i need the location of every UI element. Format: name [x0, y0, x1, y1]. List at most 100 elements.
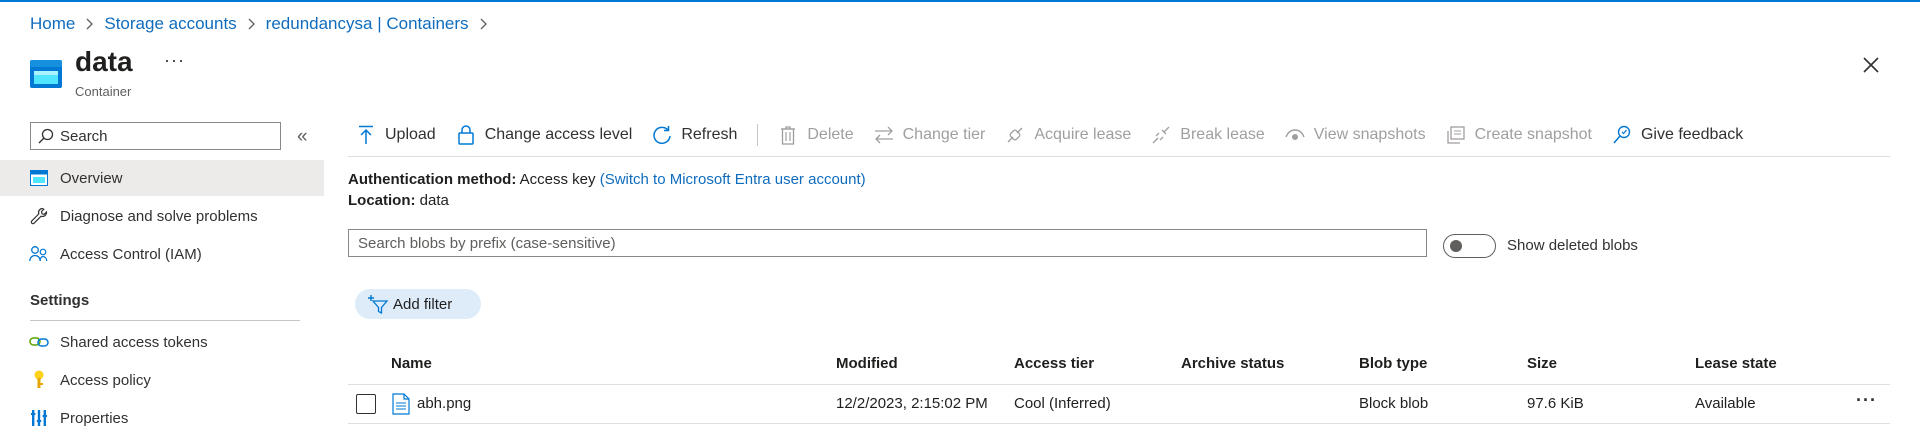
sidebar-item-properties[interactable]: Properties: [0, 400, 324, 436]
search-icon: [38, 128, 54, 144]
breadcrumb: Home Storage accounts redundancysa | Con…: [30, 13, 498, 35]
more-options-button[interactable]: ···: [164, 50, 185, 71]
sidebar-item-access-control[interactable]: Access Control (IAM): [0, 236, 324, 272]
upload-icon: [355, 124, 377, 146]
sidebar-item-diagnose[interactable]: Diagnose and solve problems: [0, 198, 324, 234]
close-icon[interactable]: [1860, 54, 1882, 76]
column-header-modified[interactable]: Modified: [836, 355, 898, 372]
show-deleted-blobs-toggle[interactable]: [1443, 234, 1496, 258]
wrench-icon: [28, 205, 50, 227]
breadcrumb-containers[interactable]: redundancysa | Containers: [266, 14, 469, 34]
sidebar-item-label: Overview: [60, 169, 123, 187]
give-feedback-button[interactable]: Give feedback: [1611, 124, 1743, 146]
column-header-size[interactable]: Size: [1527, 355, 1557, 372]
row-more-options-button[interactable]: ···: [1856, 390, 1877, 411]
show-deleted-blobs-label: Show deleted blobs: [1507, 237, 1638, 254]
view-snapshots-label: View snapshots: [1313, 126, 1426, 143]
give-feedback-label: Give feedback: [1640, 126, 1744, 143]
location-value: data: [419, 192, 449, 209]
acquire-lease-icon: [1004, 124, 1026, 146]
add-filter-icon: [367, 293, 389, 315]
change-access-level-label: Change access level: [484, 126, 633, 143]
sidebar-divider: [30, 320, 300, 321]
container-icon: [30, 60, 62, 88]
row-checkbox[interactable]: [356, 394, 376, 414]
column-header-archive-status[interactable]: Archive status: [1181, 355, 1284, 372]
sidebar-item-label: Properties: [60, 409, 129, 427]
auth-value: Access key: [519, 171, 596, 188]
sidebar-item-label: Access policy: [60, 371, 151, 389]
chevron-right-icon: [85, 18, 94, 30]
create-snapshot-label: Create snapshot: [1474, 126, 1592, 143]
sidebar-item-overview[interactable]: Overview: [0, 160, 324, 196]
chevron-right-icon: [247, 18, 256, 30]
add-filter-label: Add filter: [393, 295, 453, 313]
snapshot-icon: [1445, 124, 1467, 146]
feedback-icon: [1611, 124, 1633, 146]
location-label: Location:: [348, 192, 416, 209]
sidebar-search-input[interactable]: [60, 127, 270, 145]
refresh-button[interactable]: Refresh: [651, 124, 737, 146]
column-header-blob-type[interactable]: Blob type: [1359, 355, 1427, 372]
blob-name-link[interactable]: abh.png: [417, 395, 471, 412]
delete-button[interactable]: Delete: [777, 124, 854, 146]
table-row-divider: [348, 423, 1890, 424]
change-tier-label: Change tier: [902, 126, 986, 143]
break-lease-icon: [1150, 124, 1172, 146]
column-header-name[interactable]: Name: [391, 355, 432, 372]
sidebar-item-label: Access Control (IAM): [60, 245, 202, 263]
view-snapshots-button[interactable]: View snapshots: [1284, 124, 1426, 146]
chevron-right-icon: [479, 18, 488, 30]
cell-lease-state: Available: [1695, 395, 1756, 412]
toggle-knob: [1450, 240, 1462, 252]
add-filter-button[interactable]: Add filter: [355, 289, 481, 319]
sidebar-item-shared-access-tokens[interactable]: Shared access tokens: [0, 324, 324, 360]
column-header-access-tier[interactable]: Access tier: [1014, 355, 1094, 372]
command-bar: Upload Change access level Refresh Delet…: [355, 120, 1762, 150]
page-title: data: [75, 46, 133, 77]
change-access-level-button[interactable]: Change access level: [455, 124, 633, 146]
key-icon: [28, 369, 50, 391]
properties-icon: [28, 407, 50, 429]
cell-blob-type: Block blob: [1359, 395, 1429, 412]
acquire-lease-button[interactable]: Acquire lease: [1004, 124, 1131, 146]
trash-icon: [777, 124, 799, 146]
sidebar-item-access-policy[interactable]: Access policy: [0, 362, 324, 398]
auth-label: Authentication method:: [348, 171, 517, 188]
table-header-divider: [348, 384, 1890, 385]
acquire-lease-label: Acquire lease: [1034, 126, 1132, 143]
switch-auth-link[interactable]: (Switch to Microsoft Entra user account): [600, 171, 866, 188]
blob-search-input[interactable]: [348, 229, 1427, 257]
upload-label: Upload: [385, 126, 436, 143]
page-subtitle: Container: [75, 84, 132, 99]
link-icon: [28, 331, 50, 353]
authentication-method-row: Authentication method: Access key (Switc…: [348, 171, 866, 188]
top-accent-bar: [0, 0, 1920, 2]
refresh-label: Refresh: [681, 126, 738, 143]
create-snapshot-button[interactable]: Create snapshot: [1445, 124, 1592, 146]
sidebar-section-settings: Settings: [30, 292, 90, 309]
swap-arrows-icon: [873, 124, 895, 146]
change-tier-button[interactable]: Change tier: [873, 124, 986, 146]
column-header-lease-state[interactable]: Lease state: [1695, 355, 1777, 372]
toolbar-divider: [757, 124, 759, 146]
file-icon: [392, 393, 410, 415]
overview-icon: [28, 167, 50, 189]
people-icon: [28, 243, 50, 265]
break-lease-label: Break lease: [1180, 126, 1265, 143]
cell-modified: 12/2/2023, 2:15:02 PM: [836, 395, 988, 412]
lock-icon: [455, 124, 477, 146]
toolbar-divider-line: [348, 156, 1890, 157]
sidebar-item-label: Shared access tokens: [60, 333, 208, 351]
breadcrumb-home[interactable]: Home: [30, 14, 75, 34]
upload-button[interactable]: Upload: [355, 124, 436, 146]
eye-icon: [1284, 124, 1306, 146]
refresh-icon: [651, 124, 673, 146]
cell-size: 97.6 KiB: [1527, 395, 1584, 412]
sidebar-item-label: Diagnose and solve problems: [60, 207, 258, 225]
collapse-sidebar-button[interactable]: «: [297, 126, 308, 148]
sidebar-search: [30, 122, 281, 150]
breadcrumb-storage-accounts[interactable]: Storage accounts: [104, 14, 236, 34]
break-lease-button[interactable]: Break lease: [1150, 124, 1265, 146]
delete-label: Delete: [807, 126, 854, 143]
